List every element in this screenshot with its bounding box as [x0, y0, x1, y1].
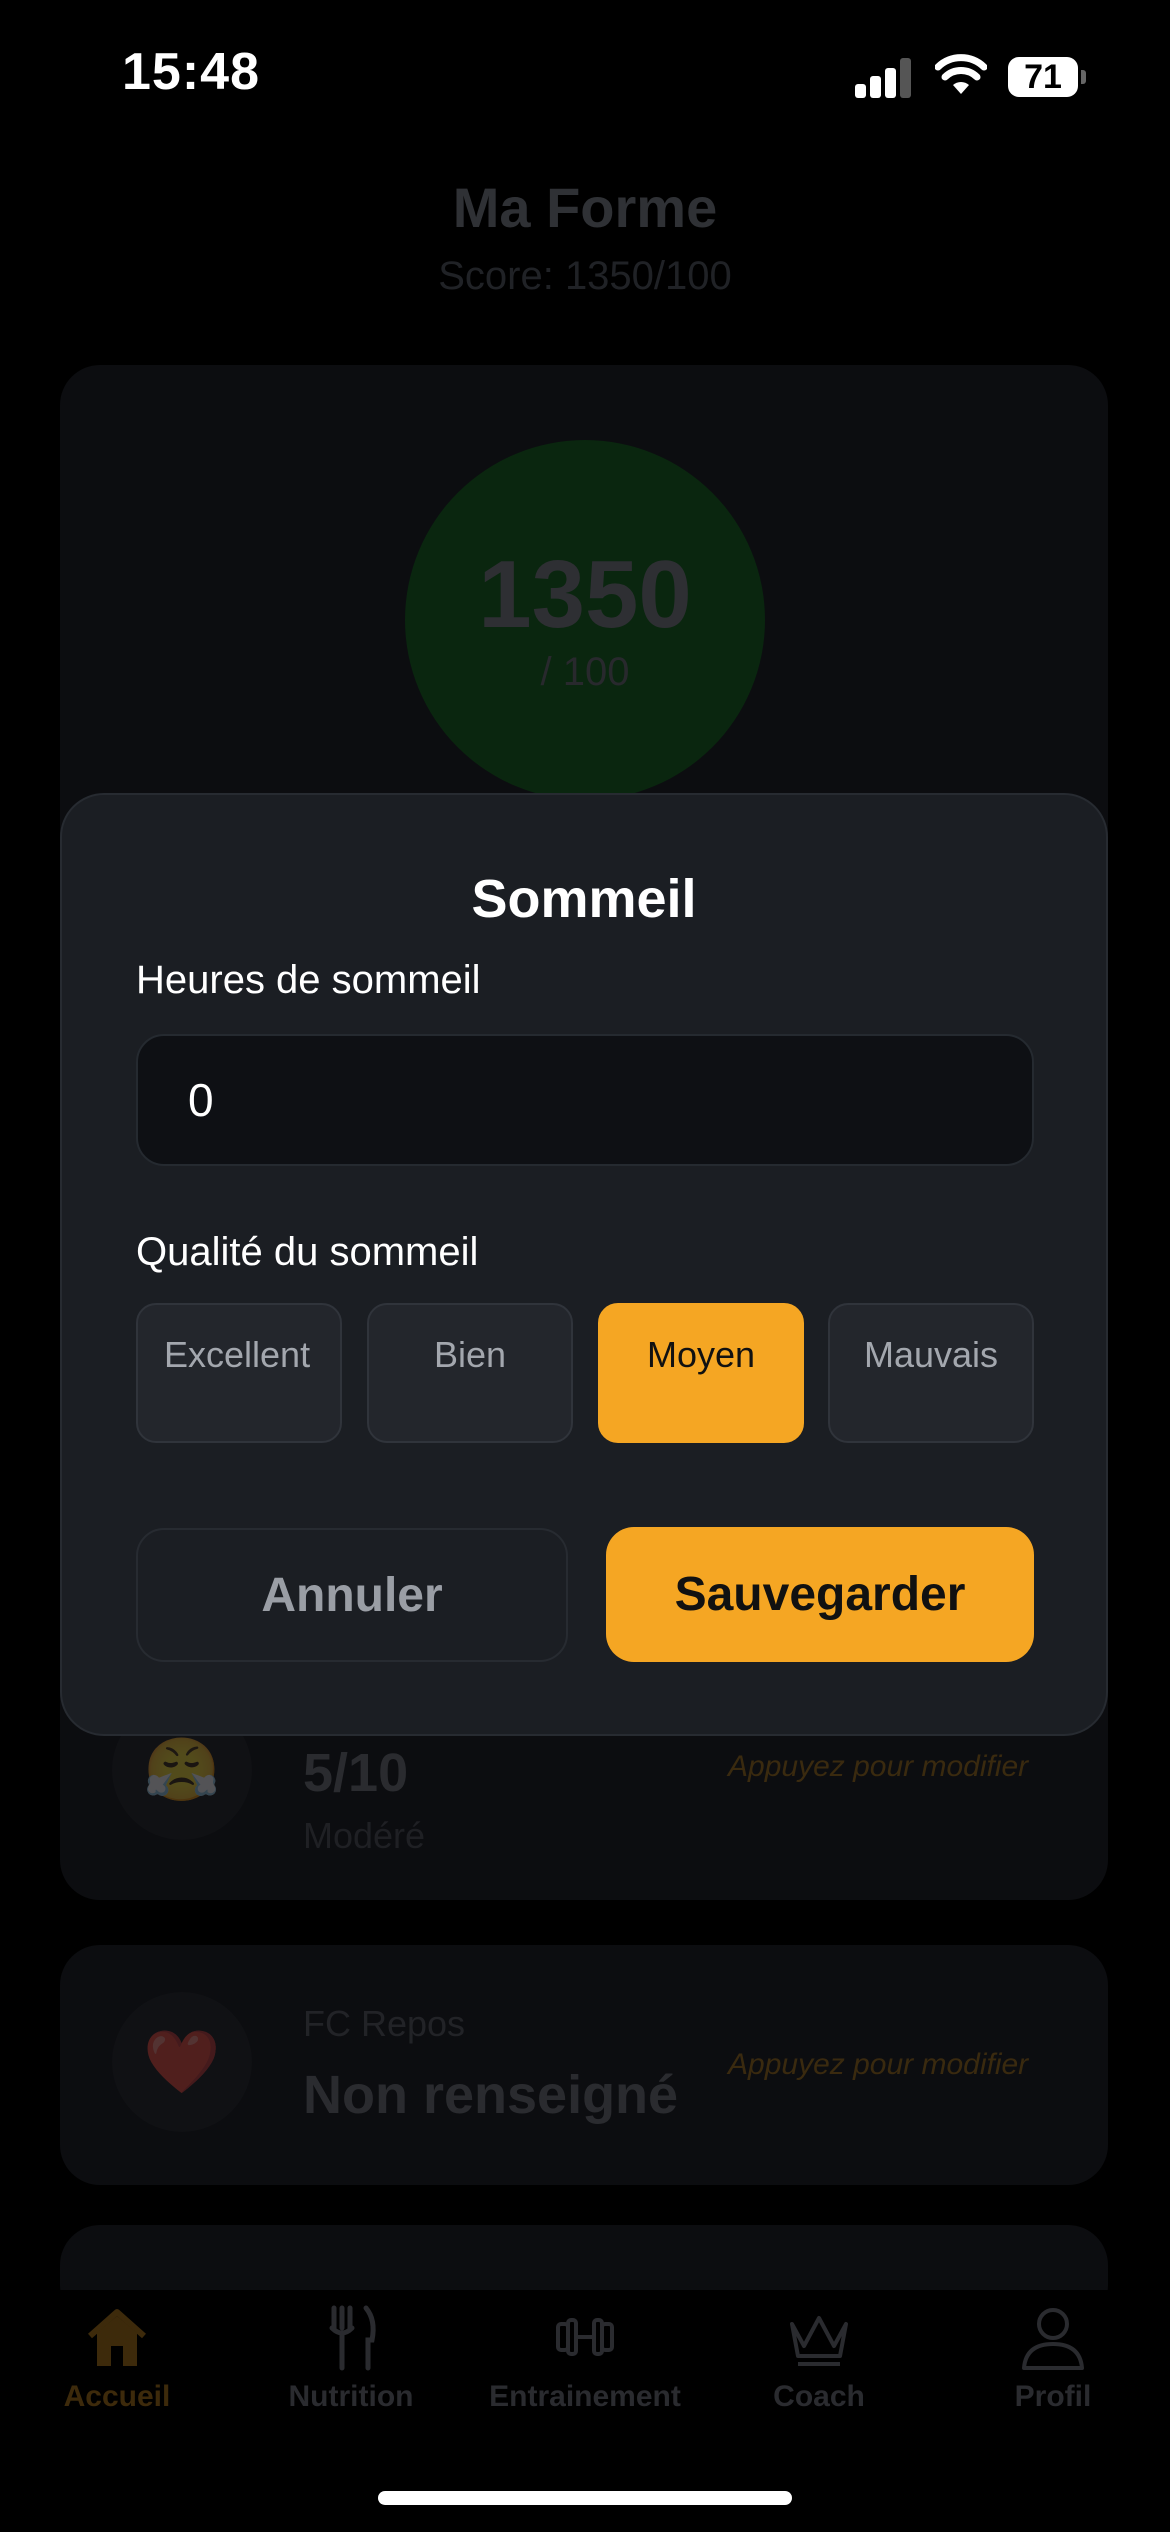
nav-label-profil: Profil [1014, 2380, 1092, 2413]
fork-knife-icon [329, 2305, 376, 2371]
stress-emoji-icon: 😤 [143, 1735, 221, 1805]
wifi-icon [934, 54, 988, 98]
page-title: Ma Forme [452, 176, 718, 239]
dumbbell-icon [556, 2318, 614, 2356]
page-subtitle: Score: 1350/100 [438, 254, 732, 298]
heart-rate-value: Non renseigné [303, 2065, 679, 2125]
score-max: / 100 [540, 650, 630, 694]
heart-icon: ❤️ [143, 2027, 221, 2097]
heart-emoji-container: ❤️ [112, 1992, 252, 2132]
score-value: 1350 [478, 541, 692, 648]
quality-option-excellent[interactable]: Excellent [136, 1303, 342, 1443]
battery-icon: 71 [1008, 57, 1090, 97]
quality-option-moyen[interactable]: Moyen [598, 1303, 804, 1443]
quality-option-mauvais[interactable]: Mauvais [828, 1303, 1034, 1443]
nav-label-entrainement: Entrainement [489, 2380, 681, 2413]
crown-icon [790, 2316, 848, 2366]
sleep-hours-input[interactable] [136, 1034, 1034, 1166]
home-indicator [378, 2491, 792, 2505]
hours-label: Heures de sommeil [136, 958, 481, 1002]
nav-label-nutrition: Nutrition [288, 2380, 414, 2413]
nav-label-coach: Coach [773, 2380, 865, 2413]
nav-item-coach[interactable]: Coach [702, 2300, 936, 2414]
nav-item-entrainement[interactable]: Entrainement [468, 2300, 702, 2414]
save-button[interactable]: Sauvegarder [606, 1527, 1034, 1662]
modal-title: Sommeil [471, 869, 697, 929]
battery-level: 71 [1024, 58, 1062, 96]
nav-item-nutrition[interactable]: Nutrition [234, 2300, 468, 2414]
nav-label-accueil: Accueil [63, 2380, 171, 2413]
stress-hint: Appuyez pour modifier [728, 1750, 1029, 1783]
status-time: 15:48 [122, 43, 260, 101]
nav-item-profil[interactable]: Profil [936, 2300, 1170, 2414]
heart-rate-label: FC Repos [303, 2003, 466, 2044]
cellular-signal-icon [855, 58, 913, 98]
home-icon [88, 2309, 146, 2366]
quality-option-bien[interactable]: Bien [367, 1303, 573, 1443]
heart-rate-hint: Appuyez pour modifier [728, 2048, 1029, 2081]
nav-item-accueil[interactable]: Accueil [0, 2300, 234, 2414]
cancel-button[interactable]: Annuler [136, 1528, 568, 1662]
stress-label: Modéré [303, 1815, 426, 1856]
person-icon [1022, 2308, 1084, 2370]
stress-value: 5/10 [303, 1743, 409, 1803]
quality-label: Qualité du sommeil [136, 1230, 479, 1274]
